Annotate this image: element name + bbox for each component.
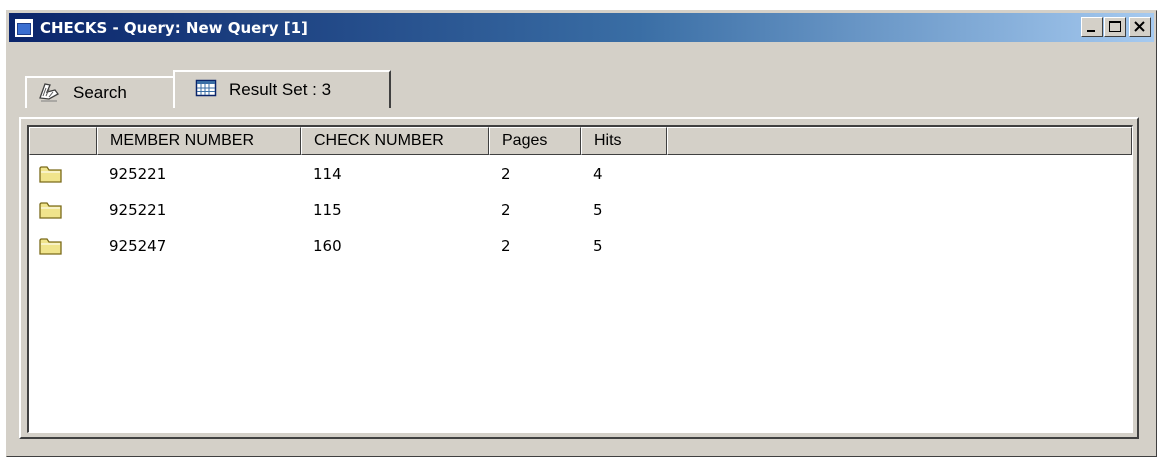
maximize-button[interactable] <box>1104 17 1126 37</box>
column-header-pages[interactable]: Pages <box>489 127 581 155</box>
table-icon <box>195 79 217 102</box>
close-icon <box>1134 21 1145 32</box>
table-header: MEMBER NUMBER CHECK NUMBER Pages Hits <box>29 127 1132 155</box>
column-header-icon[interactable] <box>29 127 97 155</box>
tab-result-set-label: Result Set : 3 <box>229 80 332 99</box>
cell-hits: 4 <box>593 165 603 183</box>
minimize-icon <box>1087 30 1095 32</box>
cell-pages: 2 <box>501 237 511 255</box>
tab-search-label: Search <box>73 83 127 102</box>
column-header-check-number[interactable]: CHECK NUMBER <box>301 127 489 155</box>
column-header-hits[interactable]: Hits <box>581 127 667 155</box>
window-icon <box>15 18 33 37</box>
window-controls <box>1080 17 1151 37</box>
cell-pages: 2 <box>501 165 511 183</box>
cell-hits: 5 <box>593 237 603 255</box>
cell-pages: 2 <box>501 201 511 219</box>
row-icon-cell <box>29 164 97 184</box>
cell-hits: 5 <box>593 201 603 219</box>
column-header-member-number[interactable]: MEMBER NUMBER <box>97 127 301 155</box>
cell-member-number: 925247 <box>109 237 167 255</box>
title-bar[interactable]: CHECKS - Query: New Query [1] <box>9 13 1154 42</box>
minimize-button[interactable] <box>1081 17 1103 37</box>
table-row[interactable]: 925221 115 2 5 <box>29 192 1132 228</box>
cell-check-number: 160 <box>313 237 342 255</box>
results-table[interactable]: MEMBER NUMBER CHECK NUMBER Pages Hits 92… <box>27 125 1133 433</box>
app-window: CHECKS - Query: New Query [1] Search Res… <box>6 10 1157 457</box>
row-icon-cell <box>29 236 97 256</box>
folder-icon <box>39 166 62 183</box>
close-button[interactable] <box>1129 17 1151 37</box>
window-title: CHECKS - Query: New Query [1] <box>40 18 308 37</box>
search-icon <box>37 80 61 107</box>
folder-icon <box>39 238 62 255</box>
cell-member-number: 925221 <box>109 201 167 219</box>
cell-check-number: 115 <box>313 201 342 219</box>
maximize-icon <box>1109 21 1121 32</box>
column-header-filler <box>667 127 1132 155</box>
table-row[interactable]: 925247 160 2 5 <box>29 228 1132 264</box>
tab-result-set[interactable]: Result Set : 3 <box>173 70 391 108</box>
folder-icon <box>39 202 62 219</box>
cell-check-number: 114 <box>313 165 342 183</box>
table-row[interactable]: 925221 114 2 4 <box>29 156 1132 192</box>
tab-search[interactable]: Search <box>25 76 175 108</box>
cell-member-number: 925221 <box>109 165 167 183</box>
row-icon-cell <box>29 200 97 220</box>
